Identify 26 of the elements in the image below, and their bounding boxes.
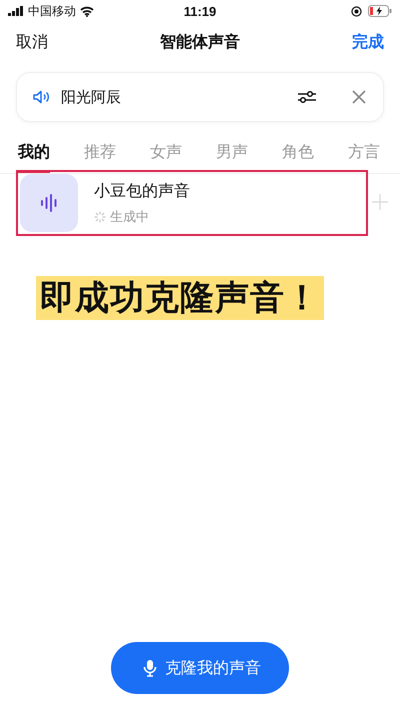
category-tab[interactable]: 角色 xyxy=(282,142,314,173)
category-tab[interactable]: 推荐 xyxy=(84,142,116,173)
speaker-icon xyxy=(33,90,51,104)
clock-time: 11:19 xyxy=(184,4,216,18)
clone-voice-button[interactable]: 克隆我的声音 xyxy=(111,642,289,694)
caption-banner: 即成功克隆声音！ xyxy=(36,276,324,320)
rotation-lock-icon xyxy=(351,6,362,16)
wifi-icon xyxy=(80,6,94,16)
done-button[interactable]: 完成 xyxy=(352,32,384,52)
voice-status: 生成中 xyxy=(110,208,149,226)
voice-name: 小豆包的声音 xyxy=(94,182,190,202)
loading-spinner-icon xyxy=(94,210,106,222)
close-button[interactable] xyxy=(351,89,367,105)
signal-icon xyxy=(8,6,24,16)
cancel-button[interactable]: 取消 xyxy=(16,32,48,52)
microphone-icon xyxy=(143,659,157,677)
selected-voice-field[interactable]: 阳光阿辰 xyxy=(16,72,384,122)
voice-item[interactable]: 小豆包的声音 生成中 xyxy=(16,170,368,236)
category-tab[interactable]: 男声 xyxy=(216,142,248,173)
settings-sliders-button[interactable] xyxy=(297,89,317,105)
page-title: 智能体声音 xyxy=(160,32,240,52)
carrier-name: 中国移动 xyxy=(28,2,76,20)
category-tab[interactable]: 方言 xyxy=(348,142,380,173)
category-tab[interactable]: 女声 xyxy=(150,142,182,173)
battery-icon xyxy=(368,5,392,17)
sound-wave-icon xyxy=(40,194,58,212)
